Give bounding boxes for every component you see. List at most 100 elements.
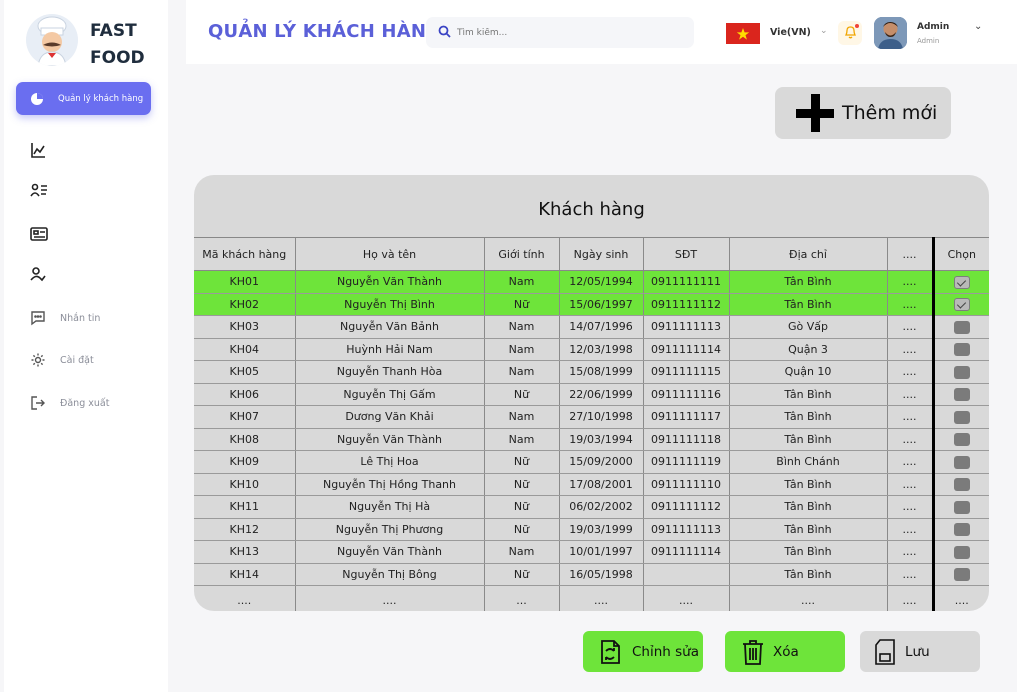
row-select-checkbox[interactable] xyxy=(953,365,970,379)
sidebar-item-logout[interactable]: Đăng xuất xyxy=(30,395,109,411)
customer-name-cell: Huỳnh Hải Nam xyxy=(294,338,484,361)
sidebar-item-settings[interactable]: Cài đặt xyxy=(30,352,94,368)
column-header[interactable]: Họ và tên xyxy=(294,237,484,271)
column-header[interactable]: SĐT xyxy=(642,237,729,271)
column-header[interactable]: Địa chỉ xyxy=(728,237,887,271)
more-cell: .... xyxy=(886,585,933,611)
row-select-checkbox[interactable] xyxy=(953,500,970,514)
save-button[interactable]: Lưu xyxy=(860,631,980,672)
row-select-checkbox[interactable] xyxy=(953,523,970,536)
select-cell xyxy=(931,473,989,496)
address-cell: Tân Bình xyxy=(728,473,887,496)
vietnam-flag-icon[interactable] xyxy=(726,23,760,44)
row-select-checkbox[interactable] xyxy=(953,410,970,424)
customer-id-cell: KH07 xyxy=(194,405,295,429)
more-cell: .... xyxy=(886,428,933,451)
language-selector[interactable]: Vie(VN) xyxy=(770,27,811,38)
column-header[interactable]: Chọn xyxy=(931,237,989,271)
page-title: QUẢN LÝ KHÁCH HÀNG xyxy=(208,21,442,42)
row-select-checkbox[interactable] xyxy=(953,455,970,469)
select-cell xyxy=(931,495,989,519)
table-row[interactable]: KH09 Lê Thị Hoa Nữ 15/09/2000 0911111119 Bình… xyxy=(194,450,989,474)
add-customer-button[interactable]: Thêm mới xyxy=(775,87,951,139)
sidebar-item-staff[interactable] xyxy=(30,267,50,285)
table-row[interactable]: KH04 Huỳnh Hải Nam Nam 12/03/1998 0911111114… xyxy=(194,338,989,361)
more-cell: .... xyxy=(886,450,933,474)
column-header[interactable]: Ngày sinh xyxy=(558,237,643,271)
row-select-checkbox[interactable] xyxy=(953,275,970,289)
phone-cell: .... xyxy=(642,585,729,611)
phone-cell: 0911111115 xyxy=(642,360,729,384)
table-row[interactable]: ............................... xyxy=(194,585,989,611)
customer-id-cell: KH11 xyxy=(194,495,295,519)
notification-button[interactable] xyxy=(838,21,862,45)
table-row[interactable]: KH06 Nguyễn Thị Gấm Nữ 22/06/1999 0911111116… xyxy=(194,383,989,406)
address-cell: Tân Bình xyxy=(728,270,887,294)
table-row[interactable]: KH10 Nguyễn Thị Hồng Thanh Nữ 17/08/2001 091… xyxy=(194,473,989,496)
gender-cell: ... xyxy=(483,585,559,611)
column-header[interactable]: Mã khách hàng xyxy=(194,237,295,271)
phone-cell: 0911111112 xyxy=(642,293,729,316)
phone-cell: 0911111112 xyxy=(642,495,729,519)
customer-id-cell: KH05 xyxy=(194,360,295,384)
more-cell: .... xyxy=(886,473,933,496)
delete-button[interactable]: Xóa xyxy=(725,631,845,672)
birthdate-cell: .... xyxy=(558,585,643,611)
more-cell: .... xyxy=(886,360,933,384)
birthdate-cell: 16/05/1998 xyxy=(558,563,643,586)
address-cell: Tân Bình xyxy=(728,293,887,316)
user-role: Admin xyxy=(917,37,940,45)
sidebar-item-messages[interactable]: Nhắn tin xyxy=(30,310,100,326)
user-menu-chevron-icon[interactable]: ⌄ xyxy=(974,21,982,32)
trash-icon xyxy=(741,638,765,666)
table-row[interactable]: KH12 Nguyễn Thị Phương Nữ 19/03/1999 0911111… xyxy=(194,518,989,541)
row-select-checkbox[interactable] xyxy=(953,320,970,334)
column-header[interactable]: .... xyxy=(886,237,933,271)
gender-cell: Nữ xyxy=(483,473,559,496)
search-box[interactable] xyxy=(426,17,694,48)
table-row[interactable]: KH02 Nguyễn Thị Bình Nữ 15/06/1997 091111111… xyxy=(194,293,989,316)
sidebar-item-orders[interactable] xyxy=(30,227,50,245)
table-row[interactable]: KH07 Dương Văn Khải Nam 27/10/1998 091111111… xyxy=(194,405,989,429)
table-row[interactable]: KH03 Nguyễn Văn Bảnh Nam 14/07/1996 09111111… xyxy=(194,315,989,339)
address-cell: .... xyxy=(728,585,887,611)
table-row[interactable]: KH14 Nguyễn Thị Bông Nữ 16/05/1998 Tân Bình.… xyxy=(194,563,989,586)
phone-cell xyxy=(642,563,729,586)
table-row[interactable]: KH08 Nguyễn Văn Thành Nam 19/03/1994 0911111… xyxy=(194,428,989,451)
address-cell: Bình Chánh xyxy=(728,450,887,474)
sidebar-item-customers[interactable]: Quản lý khách hàng xyxy=(16,82,151,115)
customer-id-cell: KH06 xyxy=(194,383,295,406)
delete-button-label: Xóa xyxy=(773,643,799,660)
gender-cell: Nam xyxy=(483,540,559,564)
sidebar-item-stats[interactable] xyxy=(30,143,50,161)
edit-button[interactable]: Chỉnh sửa xyxy=(583,631,703,672)
row-select-checkbox[interactable] xyxy=(953,343,970,356)
birthdate-cell: 15/06/1997 xyxy=(558,293,643,316)
row-select-checkbox[interactable] xyxy=(953,478,970,491)
table-row[interactable]: KH13 Nguyễn Văn Thành Nam 10/01/1997 0911111… xyxy=(194,540,989,564)
table-row[interactable]: KH05 Nguyễn Thanh Hòa Nam 15/08/1999 0911111… xyxy=(194,360,989,384)
address-cell: Tân Bình xyxy=(728,563,887,586)
gender-cell: Nữ xyxy=(483,495,559,519)
avatar[interactable] xyxy=(874,17,907,49)
chevron-down-icon[interactable]: ⌄ xyxy=(820,26,828,36)
search-input[interactable] xyxy=(457,27,677,38)
customer-id-cell: KH04 xyxy=(194,338,295,361)
table-row[interactable]: KH11 Nguyễn Thị Hà Nữ 06/02/2002 0911111112 T… xyxy=(194,495,989,519)
row-select-checkbox[interactable] xyxy=(953,433,970,446)
customer-name-cell: Nguyễn Văn Thành xyxy=(294,270,484,294)
column-header[interactable]: Giới tính xyxy=(483,237,559,271)
brand-name: FAST FOOD xyxy=(90,18,145,72)
edit-document-icon xyxy=(596,638,624,666)
row-select-checkbox[interactable] xyxy=(953,298,970,311)
birthdate-cell: 17/08/2001 xyxy=(558,473,643,496)
sidebar-item-users[interactable] xyxy=(30,183,50,201)
more-cell: .... xyxy=(886,383,933,406)
sidebar-item-label: Quản lý khách hàng xyxy=(58,93,144,104)
table-row[interactable]: KH01 Nguyễn Văn Thành Nam 12/05/1994 0911111… xyxy=(194,270,989,294)
gender-cell: Nam xyxy=(483,338,559,361)
row-select-checkbox[interactable] xyxy=(953,545,970,559)
row-select-checkbox[interactable] xyxy=(953,388,970,401)
row-select-checkbox[interactable] xyxy=(953,568,970,581)
customer-name-cell: Nguyễn Thị Gấm xyxy=(294,383,484,406)
